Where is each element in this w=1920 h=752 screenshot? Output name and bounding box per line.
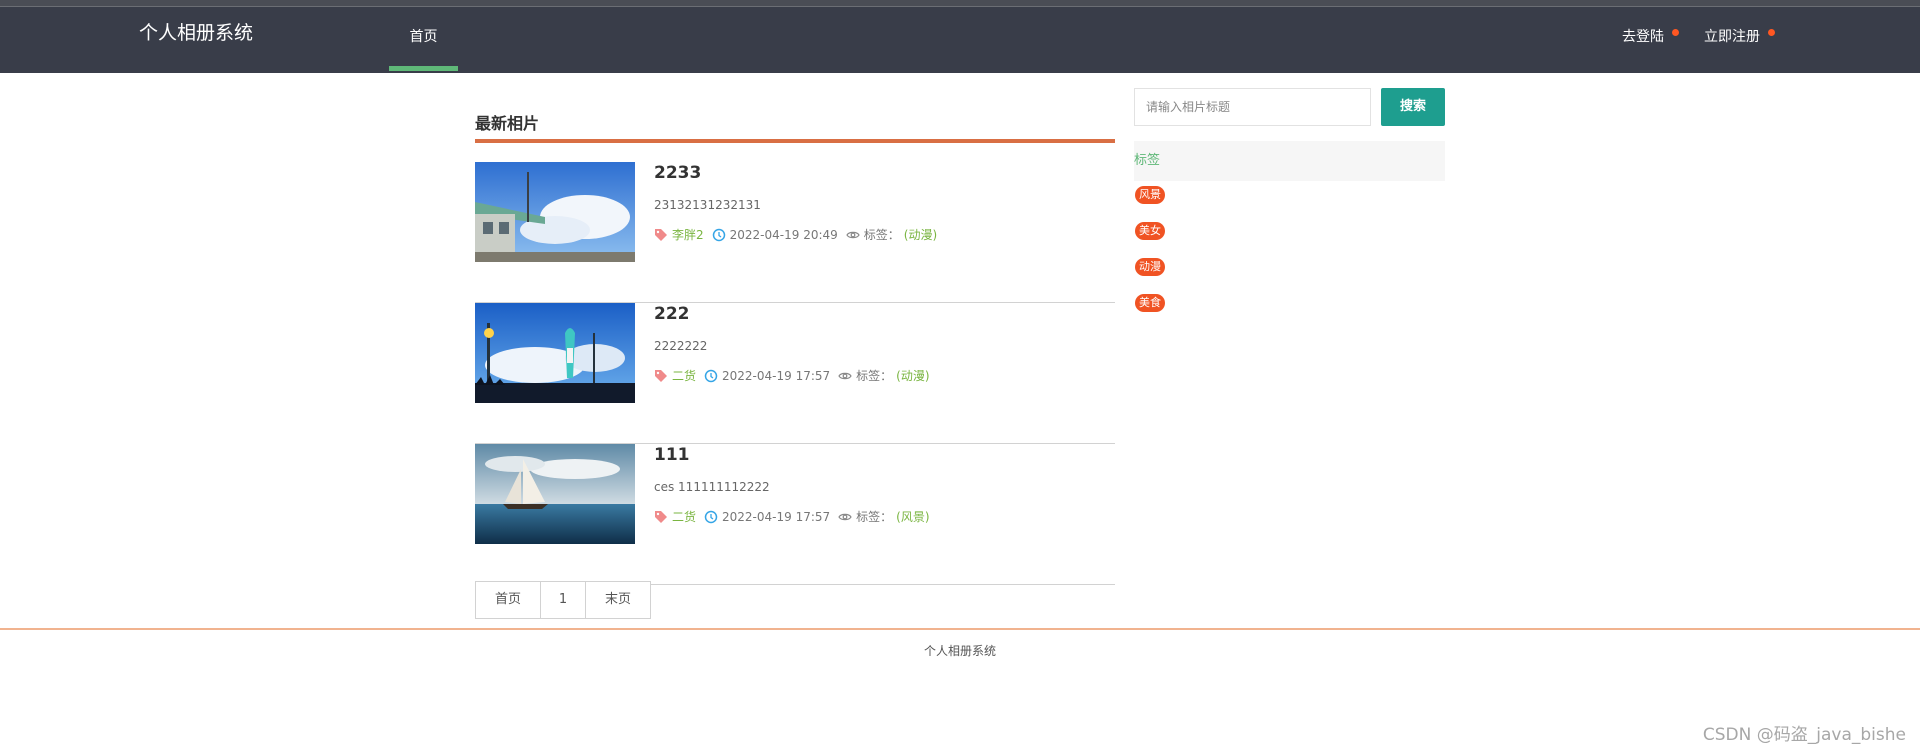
search-button[interactable]: 搜索 [1381, 88, 1445, 126]
tag-pill[interactable]: 动漫 [1135, 258, 1165, 276]
login-link[interactable]: 去登陆 [1622, 7, 1679, 67]
section-divider [475, 139, 1115, 143]
section-title: 最新相片 [475, 114, 540, 133]
photo-item: 222 2222222 二货 2022-04-19 17:57 标签： (动漫) [475, 303, 1115, 444]
photo-thumbnail[interactable] [475, 303, 635, 403]
photo-description: ces 111111112222 [654, 480, 770, 494]
site-logo[interactable]: 个人相册系统 [139, 18, 253, 45]
photo-description: 23132131232131 [654, 198, 761, 212]
nav-active-indicator [389, 66, 458, 71]
tag-icon [655, 369, 667, 382]
history-icon [712, 228, 725, 241]
pager-last-button[interactable]: 末页 [585, 581, 651, 619]
nav-home-label: 首页 [409, 29, 438, 45]
nav-home[interactable]: 首页 [389, 7, 458, 71]
register-label: 立即注册 [1704, 29, 1760, 45]
photo-meta: 二货 2022-04-19 17:57 标签： (风景) [654, 508, 930, 525]
photo-title[interactable]: 222 [654, 304, 690, 324]
photo-title[interactable]: 111 [654, 445, 690, 465]
photo-tag[interactable]: (动漫) [904, 226, 937, 243]
login-label: 去登陆 [1622, 29, 1664, 45]
tag-pill[interactable]: 风景 [1135, 186, 1165, 204]
photo-tag-label: 标签： [856, 510, 893, 524]
tag-pill[interactable]: 美食 [1135, 294, 1165, 312]
register-dot-icon [1768, 29, 1775, 36]
photo-author[interactable]: 二货 [672, 508, 696, 525]
tag-icon [655, 510, 667, 523]
photo-meta: 李胖2 2022-04-19 20:49 标签： (动漫) [654, 226, 937, 243]
photo-thumbnail[interactable] [475, 444, 635, 544]
top-border [0, 0, 1920, 7]
tag-pill[interactable]: 美女 [1135, 222, 1165, 240]
tags-header: 标签 [1134, 141, 1445, 181]
top-navbar: 个人相册系统 首页 去登陆 立即注册 [0, 7, 1920, 73]
photo-thumbnail[interactable] [475, 162, 635, 262]
photo-item: 2233 23132131232131 李胖2 2022-04-19 20:49… [475, 162, 1115, 303]
photo-tag-label: 标签： [863, 228, 900, 242]
photo-tag-label: 标签： [856, 369, 893, 383]
pager-first-button[interactable]: 首页 [475, 581, 541, 619]
login-dot-icon [1672, 29, 1679, 36]
photo-description: 2222222 [654, 339, 708, 353]
footer-divider [0, 628, 1920, 630]
history-icon [704, 369, 718, 382]
photo-time: 2022-04-19 17:57 [722, 368, 831, 383]
photo-author[interactable]: 二货 [672, 367, 696, 384]
eye-icon [838, 372, 852, 379]
watermark: CSDN @码盗_java_bishe [1702, 725, 1906, 745]
tag-icon [655, 228, 667, 241]
photo-tag[interactable]: (动漫) [896, 367, 929, 384]
photo-tag[interactable]: (风景) [896, 508, 929, 525]
photo-title[interactable]: 2233 [654, 163, 701, 183]
tags-header-label: 标签 [1134, 153, 1161, 168]
search-input[interactable]: 请输入相片标题 [1134, 88, 1371, 126]
photo-meta: 二货 2022-04-19 17:57 标签： (动漫) [654, 367, 930, 384]
eye-icon [846, 231, 860, 238]
photo-time: 2022-04-19 17:57 [722, 509, 831, 524]
photo-item: 111 ces 111111112222 二货 2022-04-19 17:57… [475, 444, 1115, 585]
register-link[interactable]: 立即注册 [1704, 7, 1775, 67]
photo-time: 2022-04-19 20:49 [729, 227, 838, 242]
pagination: 首页 1 末页 [475, 581, 651, 619]
photo-author[interactable]: 李胖2 [672, 226, 704, 243]
eye-icon [838, 513, 852, 520]
pager-page-button[interactable]: 1 [540, 581, 586, 619]
history-icon [704, 510, 718, 523]
footer-text: 个人相册系统 [923, 644, 996, 658]
